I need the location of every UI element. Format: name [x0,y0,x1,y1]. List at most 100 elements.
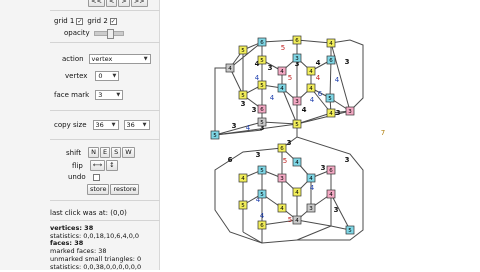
restore-button[interactable]: restore [110,184,140,195]
flip-vertical-button[interactable]: ↕ [106,160,118,171]
vertex-node[interactable]: 5 [257,55,267,65]
vertex-node[interactable]: 4 [238,173,248,183]
face-mark-label: face mark [54,91,90,99]
vertex-node[interactable]: 3 [345,106,355,116]
vertex-node[interactable]: 4 [277,66,287,76]
vertex-select[interactable]: 0 ▼ [95,71,120,81]
action-select[interactable]: vertex ▼ [88,54,151,64]
vertex-node[interactable]: 4 [306,66,316,76]
vertex-number: 5 [241,93,245,99]
vertex-node[interactable]: 4 [326,108,336,118]
vertex-number: 4 [329,111,333,117]
flip-row: flip ⟷ ↕ [72,160,119,171]
face-label: 6 [228,156,233,164]
copy-size-select-2[interactable]: 36 ▼ [123,120,150,130]
vertex-node[interactable]: 5 [238,90,248,100]
grid2-checkbox[interactable]: ✓ [109,17,117,25]
vertex-node[interactable]: 6 [292,35,302,45]
vertex-node[interactable]: 5 [210,130,220,140]
face-label: 4 [335,76,340,84]
shift-north-button[interactable]: N [88,147,99,158]
vertex-number: 6 [329,168,333,174]
vertex-value: 0 [98,72,103,80]
vertex-number: 5 [241,48,245,54]
face-label: 5 [281,44,285,52]
vertex-number: 4 [241,176,245,182]
vertex-node[interactable]: 4 [277,203,287,213]
copy-size-label: copy size [54,121,87,129]
vertex-node[interactable]: 4 [225,63,235,73]
vertex-node[interactable]: 5 [257,80,267,90]
vertex-node[interactable]: 3 [306,203,316,213]
shift-south-button[interactable]: S [111,147,122,158]
action-row: action vertex ▼ [62,54,151,64]
vertex-row: vertex 0 ▼ [65,71,120,81]
vertex-number: 5 [260,192,264,198]
vertex-node[interactable]: 5 [257,165,267,175]
opacity-slider[interactable] [93,28,124,39]
vertex-node[interactable]: 4 [306,173,316,183]
vertex-node[interactable]: 5 [325,93,335,103]
graph-canvas[interactable]: 5433344544446334333346333354544356644543… [160,0,480,270]
shift-west-button[interactable]: W [122,147,135,158]
vertex-number: 3 [348,109,352,115]
flip-horizontal-button[interactable]: ⟷ [89,160,106,171]
bottom-edge [296,219,332,227]
opacity-label: opacity [64,29,90,37]
vertex-node[interactable]: 4 [326,189,336,199]
connector-edge [214,129,263,136]
vertex-node[interactable]: 4 [306,83,316,93]
vertex-node[interactable]: 6 [277,143,287,153]
vertex-number: 6 [280,146,284,152]
vertex-node[interactable]: 6 [326,55,336,65]
vertex-node[interactable]: 6 [257,37,267,47]
vertex-node[interactable]: 4 [292,215,302,225]
vertex-node[interactable]: 3 [292,96,302,106]
vertex-node[interactable]: 4 [326,38,336,48]
chevron-down-icon: ▼ [111,122,116,128]
face-label: 5 [283,157,287,165]
vertex-number: 3 [280,176,284,182]
store-button[interactable]: store [87,184,110,195]
vertex-node[interactable]: 3 [277,173,287,183]
vertex-number: 5 [260,83,264,89]
shift-label: shift [66,148,82,157]
undo-checkbox[interactable] [92,173,100,181]
vertex-node[interactable]: 4 [292,157,302,167]
face-mark-select[interactable]: 3 ▼ [95,90,124,100]
vertex-number: 5 [328,96,332,102]
shift-east-button[interactable]: E [100,147,111,158]
vertex-node[interactable]: 4 [292,187,302,197]
chevron-down-icon: ▼ [143,56,148,62]
vertex-number: 5 [295,122,299,128]
vertex-node[interactable]: 3 [292,53,302,63]
vertex-node[interactable]: 5 [257,117,267,127]
tiling-graph[interactable]: 5433344544446334333346333354544356644543… [160,0,480,270]
vertex-node[interactable]: 4 [277,83,287,93]
vertex-number: 4 [280,86,284,92]
prev-button[interactable]: < [105,0,118,7]
vertex-node[interactable]: 5 [292,119,302,129]
top-edge [261,121,298,125]
face-label: 3 [268,64,273,72]
next-button[interactable]: > [118,0,130,7]
first-button[interactable]: << [88,0,105,7]
vertex-node[interactable]: 6 [257,220,267,230]
vertex-node[interactable]: 5 [257,189,267,199]
face-label: 4 [270,94,275,102]
vertex-node[interactable]: 5 [238,200,248,210]
face-label: 6 [318,90,323,98]
vertex-node[interactable]: 5 [238,45,248,55]
vertex-node[interactable]: 6 [326,165,336,175]
chevron-down-icon: ▼ [116,92,121,98]
vertex-node[interactable]: 6 [257,104,267,114]
grid1-checkbox[interactable]: ✓ [76,17,84,25]
copy-size-select-1[interactable]: 36 ▼ [92,120,119,130]
vertex-number: 6 [260,107,264,113]
vertex-node[interactable]: 5 [345,225,355,235]
last-button[interactable]: >> [130,0,148,7]
vertex-number: 3 [309,206,313,212]
vertex-number: 6 [260,223,264,229]
vertex-number: 4 [228,66,232,72]
opacity-slider-thumb[interactable] [106,28,114,39]
